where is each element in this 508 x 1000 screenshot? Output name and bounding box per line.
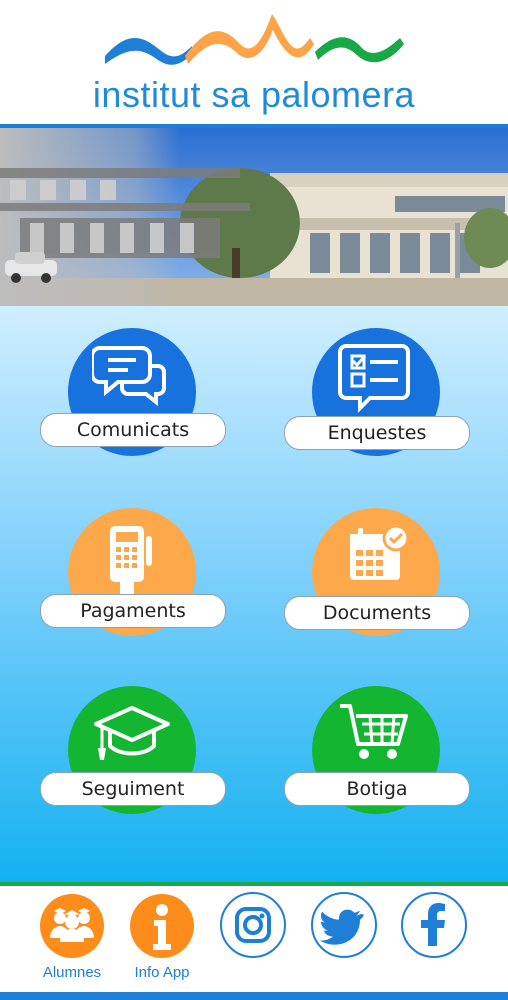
tile-label: Enquestes: [284, 416, 470, 450]
footer-nav: Alumnes Info App: [0, 886, 508, 1000]
students-icon: [50, 908, 94, 942]
tile-label: Botiga: [284, 772, 470, 806]
facebook-icon: [421, 903, 445, 946]
footer-circle: [311, 892, 377, 958]
app-header: institut sa palomera: [0, 0, 508, 124]
footer-bottom-bar: [0, 992, 508, 1000]
footer-circle: [401, 892, 467, 958]
survey-form-icon: [338, 344, 410, 413]
tile-label: Comunicats: [40, 413, 226, 447]
graduation-cap-icon: [94, 706, 170, 760]
tile-botiga[interactable]: Botiga: [284, 686, 470, 816]
tile-enquestes[interactable]: Enquestes: [284, 328, 470, 458]
footer-circle: [130, 894, 194, 958]
chat-bubbles-icon: [92, 346, 166, 407]
tile-documents[interactable]: Documents: [284, 508, 470, 638]
footer-label: Alumnes: [42, 964, 102, 981]
footer-circle: [220, 892, 286, 958]
footer-label: Info App: [134, 964, 190, 981]
tile-label: Seguiment: [40, 772, 226, 806]
main-menu: Comunicats Enquestes Pagaments Documents…: [0, 306, 508, 882]
tile-label: Documents: [284, 596, 470, 630]
card-terminal-icon: [110, 526, 152, 594]
shopping-cart-icon: [340, 704, 408, 759]
tile-comunicats[interactable]: Comunicats: [40, 328, 226, 458]
footer-circle: [40, 894, 104, 958]
school-name: institut sa palomera: [92, 74, 416, 115]
tile-label: Pagaments: [40, 594, 226, 628]
school-logo-icon: [105, 14, 404, 65]
tile-pagaments[interactable]: Pagaments: [40, 508, 226, 638]
school-building-photo: [0, 128, 508, 306]
twitter-icon: [320, 909, 364, 945]
calendar-check-icon: [350, 524, 410, 580]
instagram-icon: [235, 907, 271, 943]
info-icon: [153, 904, 171, 950]
tile-seguiment[interactable]: Seguiment: [40, 686, 226, 816]
